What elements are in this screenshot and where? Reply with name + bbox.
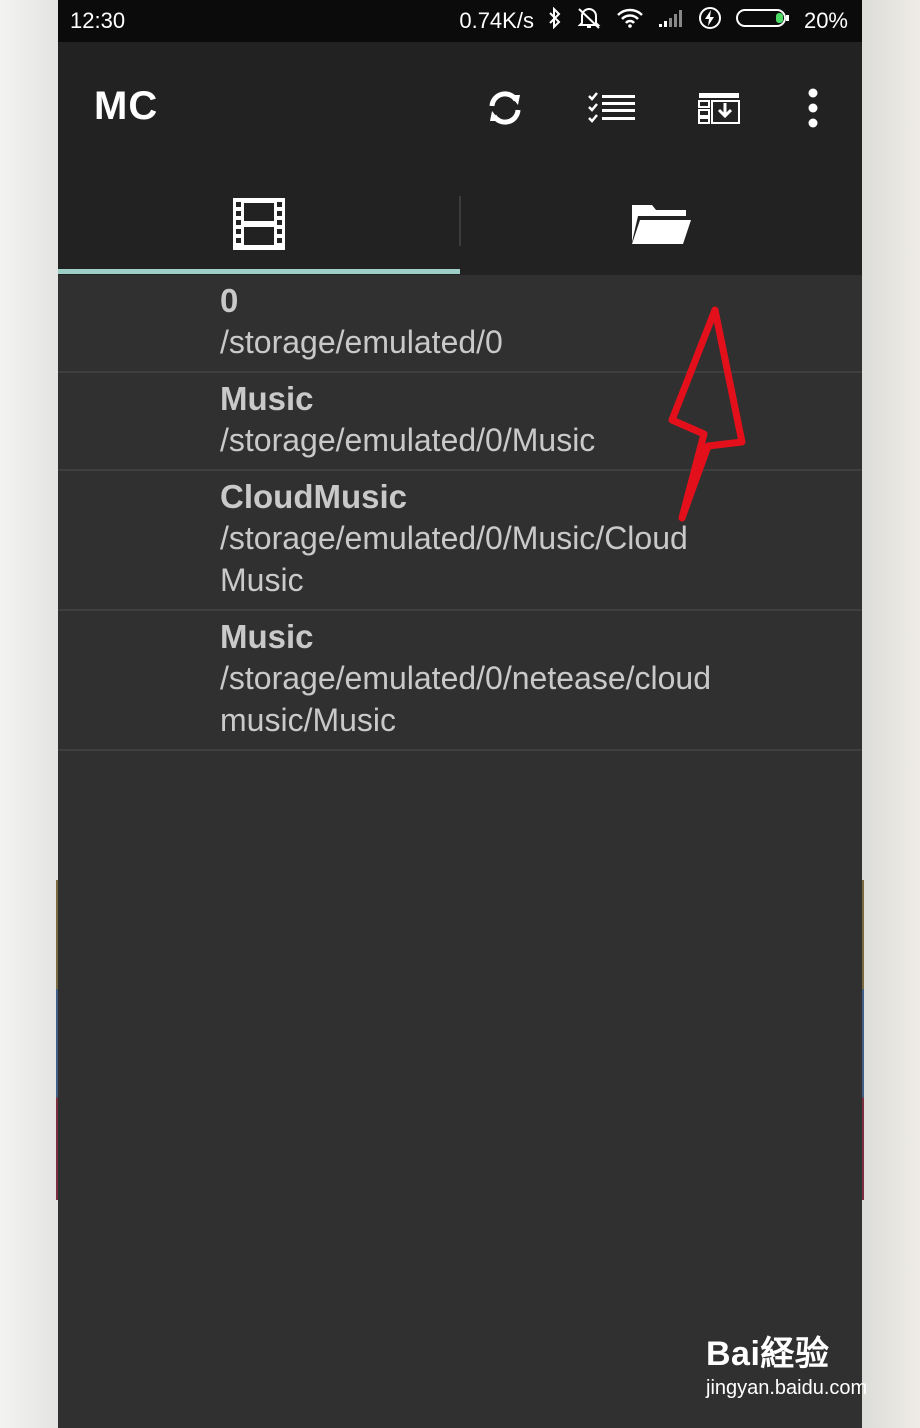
silent-alarm-icon	[576, 6, 602, 36]
tab-indicator	[58, 269, 460, 274]
status-bar: 12:30 0.74K/s 20%	[58, 0, 862, 42]
folder-name: Music	[220, 618, 314, 655]
folder-path: /storage/emulated/0/netease/cloudmusic/M…	[220, 660, 711, 738]
checklist-icon	[588, 92, 635, 123]
overflow-menu-button[interactable]	[781, 80, 845, 136]
status-time: 12:30	[70, 8, 126, 33]
list-item[interactable]: Music /storage/emulated/0/netease/cloudm…	[58, 611, 862, 751]
annotation-arrow	[668, 306, 746, 522]
watermark-url: jingyan.baidu.com	[706, 1377, 868, 1399]
status-right: 0.74K/s 20%	[459, 6, 848, 36]
background-left	[0, 0, 58, 1428]
charging-icon	[698, 6, 722, 36]
wifi-icon	[616, 7, 644, 35]
tab-folders[interactable]	[460, 172, 862, 275]
tab-bar	[58, 172, 862, 275]
playlist-download-icon	[698, 93, 740, 124]
checklist-button[interactable]	[580, 80, 644, 136]
overflow-menu-icon	[808, 88, 818, 128]
watermark: Bai経验 jingyan.baidu.com	[706, 1326, 867, 1400]
folder-open-icon	[632, 204, 691, 244]
battery-icon	[735, 7, 790, 35]
bluetooth-icon	[548, 6, 562, 35]
folder-name: CloudMusic	[220, 478, 407, 515]
folder-name: 0	[220, 282, 239, 319]
phone-screen: 12:30 0.74K/s 20% MC 0 /storage/emulated…	[58, 0, 862, 1428]
battery-percent: 20%	[803, 8, 848, 33]
app-bar: MC	[58, 42, 862, 172]
playlist-download-button[interactable]	[687, 80, 751, 136]
tab-videos[interactable]	[58, 172, 460, 275]
background-right	[862, 0, 920, 1428]
app-title: MC	[94, 84, 159, 128]
net-speed: 0.74K/s	[459, 8, 534, 33]
watermark-brand: Bai経验	[706, 1335, 830, 1373]
signal-icon	[658, 8, 684, 34]
refresh-icon	[489, 91, 521, 125]
refresh-button[interactable]	[473, 80, 537, 136]
folder-path: /storage/emulated/0/Music/CloudMusic	[220, 520, 688, 598]
film-icon	[233, 197, 285, 250]
folder-name: Music	[220, 380, 314, 417]
